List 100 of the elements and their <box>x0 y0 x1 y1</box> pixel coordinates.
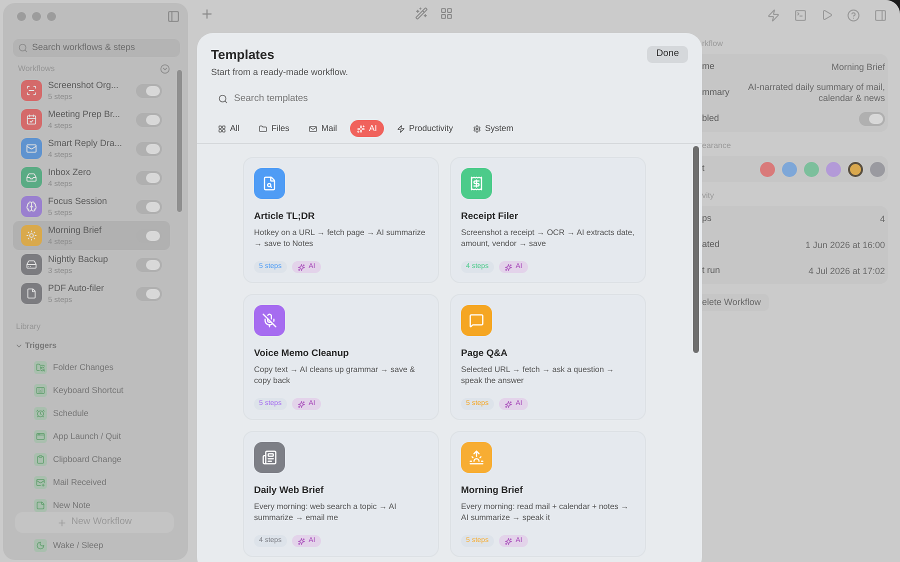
workflow-name: Meeting Prep Br... <box>48 110 120 119</box>
toggle-switch[interactable] <box>859 112 885 126</box>
row-value: Morning Brief <box>830 62 885 72</box>
row-value: 4 Jul 2026 at 17:02 <box>807 266 885 276</box>
color-swatch[interactable] <box>826 162 841 176</box>
trigger-item[interactable]: Keyboard Shortcut <box>34 381 182 399</box>
dialog-title: Templates <box>211 46 276 64</box>
done-button[interactable]: Done <box>647 46 688 63</box>
toggle-switch[interactable] <box>136 112 162 126</box>
toggle-switch[interactable] <box>136 258 162 272</box>
tab-icon <box>472 124 481 132</box>
category-tab[interactable]: Mail <box>302 120 344 137</box>
template-description: Screenshot a receipt → OCR → AI extracts date, amount, vendor → save <box>461 228 635 250</box>
sidebar-toggle-icon[interactable] <box>167 10 180 22</box>
row-label: ated <box>702 238 720 252</box>
sparkle-icon <box>298 264 305 271</box>
row-value: AI-narrated daily summary of mail, calendar & news <box>746 82 885 104</box>
tab-icon <box>357 124 365 132</box>
triggers-header[interactable]: Triggers <box>13 340 182 352</box>
search-field[interactable]: Search workflows & steps <box>13 39 180 57</box>
trigger-icon <box>34 430 47 442</box>
row-label: me <box>702 60 715 74</box>
category-tab[interactable]: System <box>466 120 520 137</box>
trigger-item[interactable]: App Launch / Quit <box>34 427 182 445</box>
toggle-switch[interactable] <box>136 200 162 214</box>
trigger-icon <box>34 498 47 512</box>
sparkle-icon <box>298 538 305 545</box>
workflow-name: Nightly Backup <box>48 254 108 264</box>
toggle-switch[interactable] <box>136 84 162 98</box>
delete-workflow-button[interactable]: elete Workflow <box>702 294 769 311</box>
row-label: bled <box>702 112 720 126</box>
sparkle-icon <box>504 400 512 408</box>
color-swatch[interactable] <box>804 162 819 176</box>
sparkle-icon <box>298 400 305 408</box>
trigger-icon <box>34 406 47 420</box>
play-icon[interactable] <box>821 9 833 21</box>
category-tab[interactable]: Productivity <box>390 120 460 137</box>
search-icon <box>218 94 228 104</box>
toggle-switch[interactable] <box>136 142 162 156</box>
template-title: Article TL;DR <box>254 210 316 224</box>
template-description: Copy text → AI cleans up grammar → save & copy back <box>254 365 416 386</box>
category-tab[interactable]: All <box>211 120 246 137</box>
row-label: t run <box>702 264 720 278</box>
dialog-subtitle: Start from a ready-made workflow. <box>211 66 348 79</box>
template-title: Morning Brief <box>461 484 524 498</box>
sparkle-icon <box>504 264 512 271</box>
toggle-switch[interactable] <box>136 286 162 300</box>
panel-icon[interactable] <box>874 8 887 22</box>
sparkle-icon <box>504 538 512 545</box>
category-tab[interactable]: AI <box>350 120 384 137</box>
workflow-name: Screenshot Org... <box>48 80 119 90</box>
color-swatch[interactable] <box>870 162 885 176</box>
category-tab[interactable]: Files <box>252 120 296 137</box>
trigger-item[interactable]: Clipboard Change <box>34 450 182 468</box>
wand-icon[interactable] <box>415 7 428 20</box>
template-description: Hotkey on a URL → fetch page → AI summarize → save to Notes <box>254 228 426 250</box>
lightning-icon[interactable] <box>767 8 780 22</box>
trigger-icon <box>34 384 47 396</box>
scrollbar[interactable] <box>177 70 182 212</box>
help-icon[interactable] <box>847 8 860 22</box>
filter-icon[interactable] <box>160 64 170 74</box>
template-title: Daily Web Brief <box>254 484 325 498</box>
trigger-icon <box>34 360 47 374</box>
template-description: Selected URL → fetch → ask a question → speak the answer <box>461 365 616 386</box>
workflow-name: Smart Reply Dra... <box>48 138 122 148</box>
trigger-item[interactable]: Schedule <box>34 404 182 422</box>
tab-icon <box>259 124 268 132</box>
color-swatch[interactable] <box>760 162 775 176</box>
template-description: Every morning: read mail + calendar + notes → AI summarize → speak it <box>461 502 630 524</box>
trigger-icon <box>34 452 47 466</box>
workflow-name: PDF Auto-filer <box>48 284 104 293</box>
row-label: t <box>702 162 705 176</box>
trigger-item[interactable]: Mail Received <box>34 473 182 491</box>
template-title: Voice Memo Cleanup <box>254 347 350 361</box>
trigger-icon <box>34 476 47 488</box>
row-value: 1 Jun 2026 at 16:00 <box>804 240 885 250</box>
template-title: Page Q&A <box>461 347 508 361</box>
grid-icon[interactable] <box>440 7 453 20</box>
tab-icon <box>218 124 226 132</box>
chevron-icon <box>15 342 23 350</box>
trigger-item[interactable]: Folder Changes <box>34 358 182 376</box>
search-icon <box>18 43 28 53</box>
color-swatch[interactable] <box>782 162 797 176</box>
plus-icon <box>57 518 68 528</box>
tab-icon <box>309 124 318 132</box>
row-label: ps <box>702 212 712 226</box>
template-description: Every morning: web search a topic → AI summarize → email me <box>254 502 398 524</box>
trigger-item[interactable]: Wake / Sleep <box>34 536 182 554</box>
trigger-item[interactable]: New Note <box>34 496 182 514</box>
add-icon[interactable] <box>200 7 214 21</box>
row-label: mmary <box>702 86 730 100</box>
search-field[interactable]: Search templates <box>211 89 688 109</box>
template-title: Receipt Filer <box>461 210 520 224</box>
toggle-switch[interactable] <box>136 170 162 184</box>
workflow-name: Inbox Zero <box>48 168 92 177</box>
workflow-name: Morning Brief <box>48 226 102 235</box>
terminal-icon[interactable] <box>794 8 807 22</box>
color-swatch[interactable] <box>848 162 863 176</box>
scrollbar[interactable] <box>693 146 699 353</box>
row-value: 4 <box>878 214 885 224</box>
